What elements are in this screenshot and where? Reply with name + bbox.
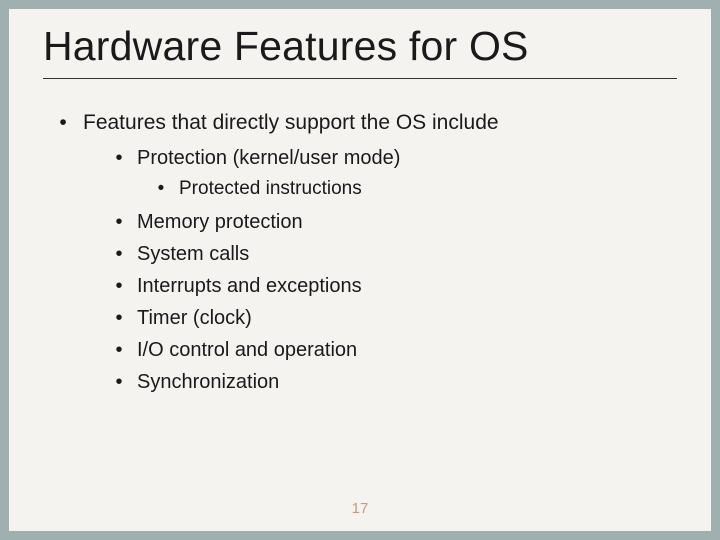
bullet-level-1: • Memory protection — [101, 207, 677, 237]
bullet-icon: • — [43, 107, 83, 139]
bullet-icon: • — [101, 207, 137, 237]
bullet-text: Features that directly support the OS in… — [83, 107, 677, 139]
bullet-level-1: • I/O control and operation — [101, 335, 677, 365]
bullet-level-1: • Timer (clock) — [101, 303, 677, 333]
bullet-text: Interrupts and exceptions — [137, 271, 677, 301]
bullet-level-1: • System calls — [101, 239, 677, 269]
bullet-icon: • — [101, 367, 137, 397]
bullet-text: Timer (clock) — [137, 303, 677, 333]
bullet-icon: • — [101, 271, 137, 301]
page-number: 17 — [9, 500, 711, 517]
bullet-icon: • — [143, 175, 179, 204]
bullet-level-1: • Protection (kernel/user mode) — [101, 143, 677, 173]
bullet-text: Synchronization — [137, 367, 677, 397]
bullet-icon: • — [101, 239, 137, 269]
bullet-level-0: • Features that directly support the OS … — [43, 107, 677, 139]
bullet-level-1: • Interrupts and exceptions — [101, 271, 677, 301]
bullet-level-1: • Synchronization — [101, 367, 677, 397]
slide-title: Hardware Features for OS — [43, 23, 677, 70]
bullet-text: Protected instructions — [179, 175, 677, 204]
bullet-icon: • — [101, 303, 137, 333]
slide-content: • Features that directly support the OS … — [43, 107, 677, 397]
bullet-text: Memory protection — [137, 207, 677, 237]
bullet-text: Protection (kernel/user mode) — [137, 143, 677, 173]
bullet-text: System calls — [137, 239, 677, 269]
slide: Hardware Features for OS • Features that… — [9, 9, 711, 531]
bullet-level-2: • Protected instructions — [143, 175, 677, 204]
bullet-text: I/O control and operation — [137, 335, 677, 365]
bullet-icon: • — [101, 143, 137, 173]
divider — [43, 78, 677, 79]
bullet-icon: • — [101, 335, 137, 365]
